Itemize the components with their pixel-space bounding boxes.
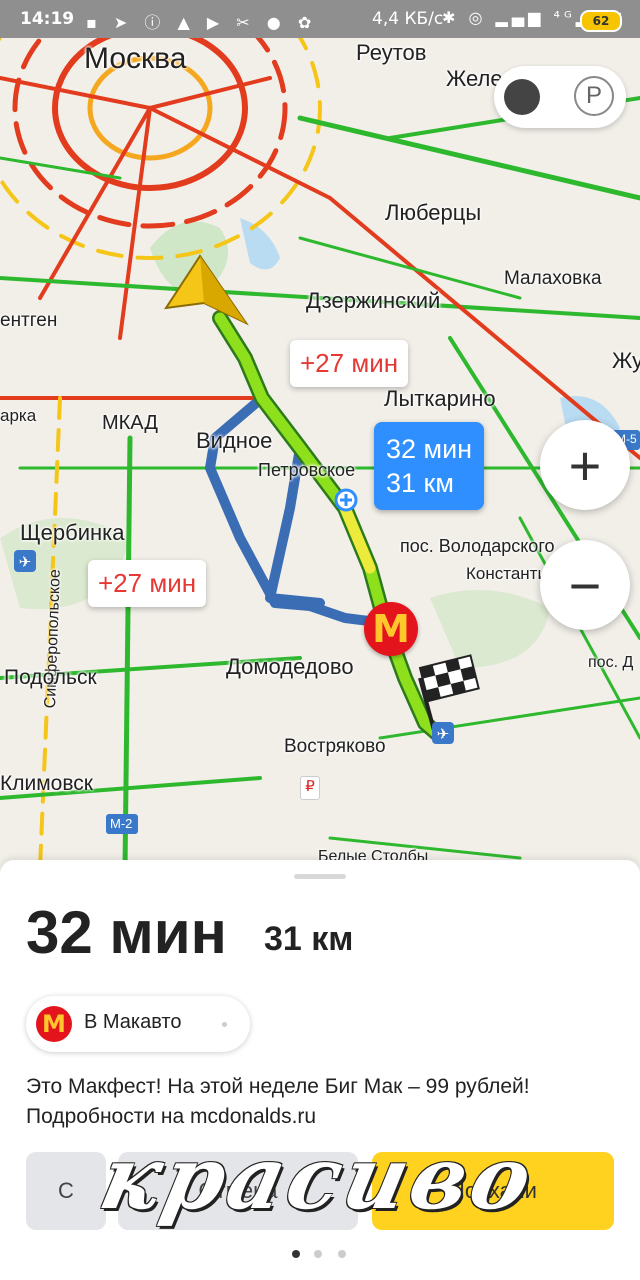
mcdonalds-poi-icon[interactable]: M <box>364 602 418 656</box>
label-zhu: Жу <box>612 348 640 373</box>
airport-icon: ✈ <box>14 550 36 572</box>
label-lytkarino: Лыткарино <box>384 386 496 411</box>
status-time: 14:19 <box>20 9 75 29</box>
label-mkad: МКАД <box>102 412 158 434</box>
label-domodedovo: Домодедово <box>226 654 354 679</box>
page-indicator <box>338 1250 346 1258</box>
mcdrive-chip-label: В Макавто <box>84 1011 182 1033</box>
notification-icons: ▪ ➤ ⓘ ▲ ▶ ✂ ● ✿ <box>86 13 318 32</box>
label-dzerzhinsky: Дзержинский <box>306 288 441 313</box>
label-volodarskogo: пос. Володарского <box>400 536 555 556</box>
promo-text: Это Макфест! На этой неделе Биг Мак – 99… <box>26 1072 616 1132</box>
ruble-poi-icon[interactable]: ₽ <box>300 776 320 800</box>
watermark-text: красиво <box>91 1128 545 1229</box>
route-eta-distance: 31 км <box>386 468 454 498</box>
label-varka: арка <box>0 406 37 425</box>
label-shcherbinka: Щербинка <box>20 520 125 545</box>
page-indicator-active <box>292 1250 300 1258</box>
water-area <box>240 218 280 270</box>
label-lyubertsy: Люберцы <box>385 200 482 225</box>
route-delay-label[interactable]: +27 мин <box>290 340 409 387</box>
page-indicator <box>314 1250 322 1258</box>
parking-icon[interactable]: P <box>574 76 614 116</box>
label-moskva: Москва <box>84 42 187 75</box>
route-time: 32 мин <box>26 899 227 966</box>
mcdonalds-logo-icon: M <box>36 1006 72 1042</box>
route-eta-time: 32 мин <box>386 434 473 464</box>
label-vostryakovo: Востряково <box>284 736 386 757</box>
route-distance: 31 км <box>264 920 354 958</box>
label-vidnoe: Видное <box>196 428 273 453</box>
svg-text:✈: ✈ <box>19 553 32 571</box>
map-layers-panel: P <box>494 66 626 128</box>
label-pos-d: пос. Д <box>588 654 634 671</box>
zoom-in-button[interactable]: + <box>540 420 630 510</box>
label-rentgen: ентген <box>0 310 58 331</box>
label-klimovsk: Климовск <box>0 772 93 795</box>
status-bar: 14:19 ▪ ➤ ⓘ ▲ ▶ ✂ ● ✿ 4,4 КБ/с ✱ ◎ ▂▄▆ ⁴… <box>0 0 640 38</box>
waypoint-plus-icon[interactable] <box>334 488 358 512</box>
route-bottom-sheet: 32 мин 31 км M В Макавто Это Макфест! На… <box>0 860 640 1280</box>
label-m2: М-2 <box>110 816 133 831</box>
battery-icon: 62 <box>580 10 622 32</box>
network-speed: 4,4 КБ/с <box>372 9 444 29</box>
mcdrive-chip[interactable]: M В Макавто <box>26 996 250 1052</box>
label-petrovskoe: Петровское <box>258 460 356 480</box>
route-eta-bubble[interactable]: 32 мин 31 км <box>374 422 485 510</box>
label-reutov: Реутов <box>356 40 427 65</box>
park-area <box>430 590 550 668</box>
traffic-toggle-icon[interactable] <box>504 79 540 115</box>
label-malakhovka: Малаховка <box>504 268 602 289</box>
promo-line: Это Макфест! На этой неделе Биг Мак – 99… <box>26 1075 530 1098</box>
route-delay-label[interactable]: +27 мин <box>88 560 207 607</box>
zoom-out-button[interactable]: − <box>540 540 630 630</box>
airport-icon: ✈ <box>432 722 454 744</box>
chip-dot-icon <box>222 1022 227 1027</box>
map-view[interactable]: ✈ ✈ Москва Реутов Железнодорожн Люберцы … <box>0 38 640 868</box>
svg-text:✈: ✈ <box>437 725 450 743</box>
label-podolsk: Подольск <box>4 666 97 689</box>
sheet-drag-handle[interactable] <box>294 874 346 879</box>
route-slow-segment <box>339 502 376 574</box>
